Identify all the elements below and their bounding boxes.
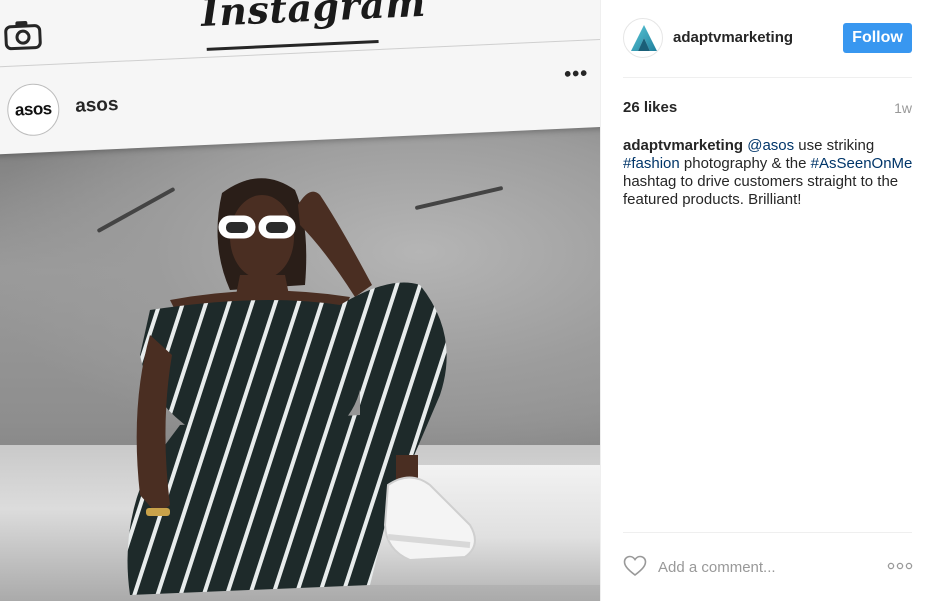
screen-more-icon: ••• [563, 62, 589, 86]
instagram-logo: Instagram [200, 0, 427, 36]
logo-underline [206, 40, 379, 51]
comment-input[interactable] [658, 556, 868, 578]
post-timestamp[interactable]: 1w [881, 100, 912, 116]
post-header: adaptvmarketing Follow [601, 0, 935, 78]
model-figure [110, 165, 490, 601]
header-divider [623, 77, 912, 78]
heart-icon[interactable] [623, 555, 647, 577]
adaptv-logo-icon[interactable] [623, 18, 663, 58]
mention-link[interactable]: @asos [747, 137, 794, 154]
hashtag-link-asseenonme[interactable]: #AsSeenOnMe [811, 155, 913, 172]
camera-icon [4, 21, 42, 51]
post-info-panel: adaptvmarketing Follow 26 likes 1w adapt… [600, 0, 935, 601]
post-caption: adaptvmarketing @asos use striking #fash… [623, 137, 913, 209]
likes-count[interactable]: 26 likes [623, 99, 677, 116]
post-author-username[interactable]: adaptvmarketing [673, 29, 793, 46]
caption-text: hashtag to drive customers straight to t… [623, 173, 899, 208]
caption-text: use striking [794, 137, 875, 154]
asos-avatar: asos [6, 82, 61, 137]
comment-divider [623, 532, 912, 533]
follow-button[interactable]: Follow [843, 23, 912, 53]
more-options-icon[interactable] [887, 559, 913, 573]
hashtag-link-fashion[interactable]: #fashion [623, 155, 680, 172]
post-image[interactable]: Instagram asos asos ••• [0, 0, 600, 601]
caption-text: photography & the [679, 155, 811, 172]
asos-account-name: asos [74, 93, 119, 117]
instagram-post: Instagram asos asos ••• adaptvmarketing … [0, 0, 935, 601]
caption-username[interactable]: adaptvmarketing [623, 137, 743, 154]
